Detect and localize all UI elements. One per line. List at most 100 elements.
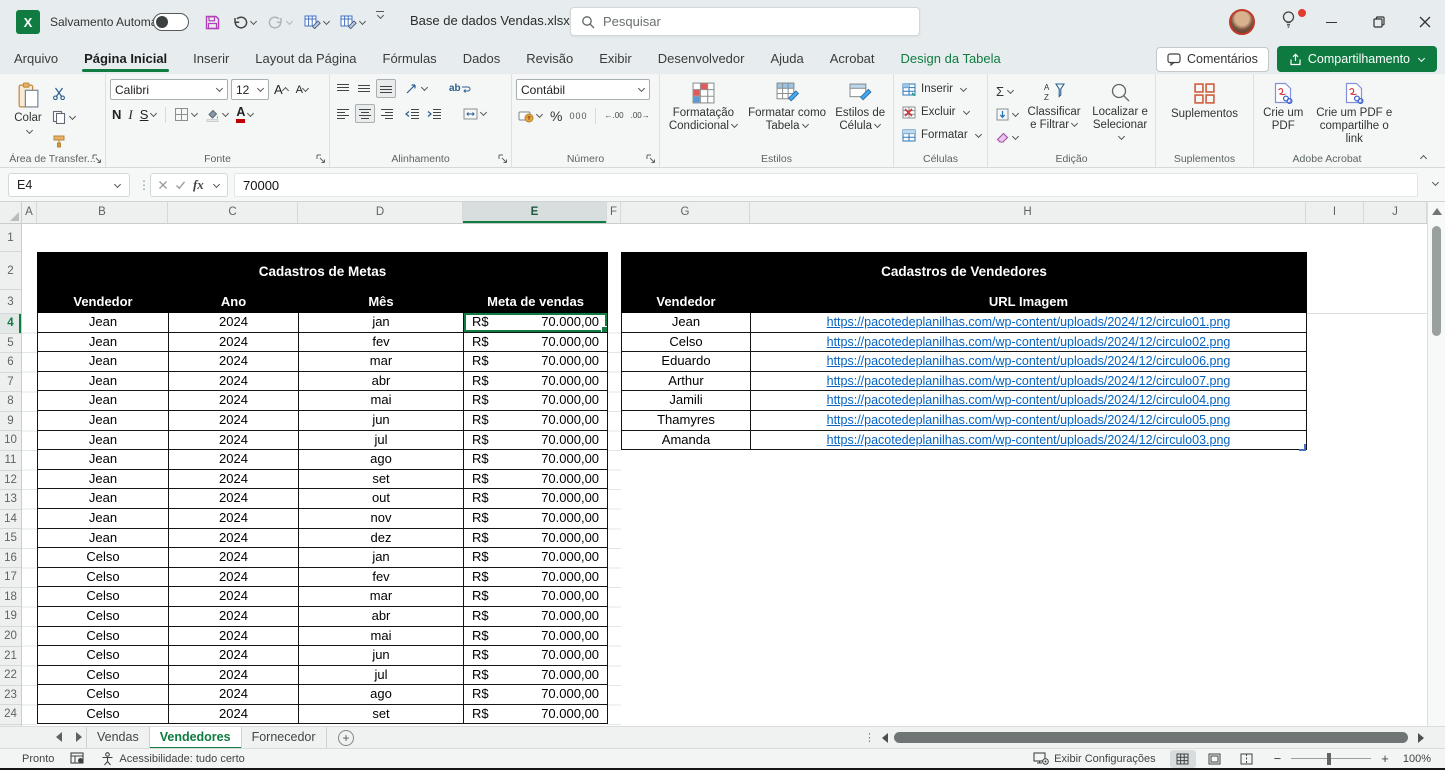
column-header-B[interactable]: B [37,202,168,223]
new-sheet-button[interactable]: + [338,730,354,746]
accessibility-status[interactable]: Acessibilidade: tudo certo [101,752,244,766]
insert-function-button[interactable]: fx [193,177,204,193]
cell-D24[interactable]: set [299,704,464,724]
column-header-E[interactable]: E [463,202,607,223]
cell-B8[interactable]: Jean [38,391,169,411]
row-header-10[interactable]: 10 [0,431,21,451]
column-header-F[interactable]: F [607,202,621,223]
image-url-link[interactable]: https://pacotedeplanilhas.com/wp-content… [827,335,1231,349]
cell-C11[interactable]: 2024 [169,450,299,470]
column-header-A[interactable]: A [22,202,37,223]
ribbon-tab-8[interactable]: Exibir [599,44,632,74]
cut-button[interactable] [52,83,76,103]
row-header-8[interactable]: 8 [0,392,21,412]
font-family-select[interactable]: Calibri [110,79,228,100]
column-header-I[interactable]: I [1306,202,1364,223]
orientation-button[interactable] [403,79,430,98]
page-break-view-button[interactable] [1234,750,1260,768]
paste-button[interactable]: Colar [4,79,52,151]
cell-D20[interactable]: mai [299,626,464,646]
scroll-right-arrow-icon[interactable] [1418,733,1424,743]
search-input[interactable] [603,14,909,29]
format-cells-button[interactable]: Formatar [902,125,983,145]
macro-record-icon[interactable] [70,752,85,765]
ribbon-tab-3[interactable]: Inserir [193,44,229,74]
image-url-link[interactable]: https://pacotedeplanilhas.com/wp-content… [827,315,1231,329]
alignment-dialog-launcher[interactable] [498,154,508,164]
row-header-24[interactable]: 24 [0,705,21,725]
scroll-up-arrow-icon[interactable] [1432,208,1442,215]
ribbon-tab-4[interactable]: Layout da Página [255,44,356,74]
image-url-link[interactable]: https://pacotedeplanilhas.com/wp-content… [827,433,1231,447]
horizontal-scrollbar-thumb[interactable] [894,732,1408,743]
font-size-select[interactable]: 12 [231,79,269,100]
cell-C5[interactable]: 2024 [169,332,299,352]
cell-B4[interactable]: Jean [38,313,169,333]
cell-B19[interactable]: Celso [38,606,169,626]
cell-C22[interactable]: 2024 [169,665,299,685]
cell-C18[interactable]: 2024 [169,587,299,607]
delete-cells-button[interactable]: Excluir [902,102,983,122]
row-header-6[interactable]: 6 [0,353,21,373]
qat-table-tool-button[interactable] [304,11,330,33]
cell-B13[interactable]: Jean [38,489,169,509]
minimize-button[interactable] [1314,0,1348,44]
cell-E18[interactable]: R$70.000,00 [464,587,608,607]
image-url-link[interactable]: https://pacotedeplanilhas.com/wp-content… [827,374,1231,388]
row-header-19[interactable]: 19 [0,607,21,627]
cell-H6[interactable]: https://pacotedeplanilhas.com/wp-content… [751,352,1307,372]
ribbon-tab-7[interactable]: Revisão [526,44,573,74]
cell-E17[interactable]: R$70.000,00 [464,567,608,587]
insert-cells-button[interactable]: Inserir [902,79,983,99]
row-header-4[interactable]: 4 [0,314,21,334]
ribbon-tab-6[interactable]: Dados [463,44,501,74]
collapse-ribbon-button[interactable] [1420,155,1427,162]
normal-view-button[interactable] [1170,750,1196,768]
row-header-9[interactable]: 9 [0,412,21,432]
cell-B7[interactable]: Jean [38,371,169,391]
formula-input-area[interactable] [234,173,1418,197]
merge-center-button[interactable] [461,104,489,123]
cell-G8[interactable]: Jamili [622,391,751,411]
cell-B6[interactable]: Jean [38,352,169,372]
conditional-formatting-button[interactable]: Formatação Condicional [664,79,743,151]
cell-C17[interactable]: 2024 [169,567,299,587]
cell-C12[interactable]: 2024 [169,469,299,489]
accounting-format-button[interactable] [516,106,545,125]
increase-font-button[interactable]: A [272,80,291,99]
row-header-2[interactable]: 2 [0,252,21,290]
row-header-18[interactable]: 18 [0,588,21,608]
cell-B24[interactable]: Celso [38,704,169,724]
row-header-22[interactable]: 22 [0,666,21,686]
row-header-12[interactable]: 12 [0,471,21,491]
ribbon-tab-11[interactable]: Acrobat [830,44,875,74]
ribbon-tab-5[interactable]: Fórmulas [383,44,437,74]
cell-D10[interactable]: jul [299,430,464,450]
cell-B17[interactable]: Celso [38,567,169,587]
autosum-button[interactable]: Σ [996,81,1019,101]
cell-E12[interactable]: R$70.000,00 [464,469,608,489]
cell-H10[interactable]: https://pacotedeplanilhas.com/wp-content… [751,430,1307,450]
ribbon-tab-12[interactable]: Design da Tabela [901,44,1001,74]
cell-C16[interactable]: 2024 [169,548,299,568]
addins-button[interactable]: Suplementos [1160,79,1249,151]
redo-button[interactable] [268,11,293,33]
cell-styles-button[interactable]: Estilos de Célula [831,79,889,151]
cell-H9[interactable]: https://pacotedeplanilhas.com/wp-content… [751,410,1307,430]
scroll-left-arrow-icon[interactable] [882,733,888,743]
cell-G10[interactable]: Amanda [622,430,751,450]
cell-C6[interactable]: 2024 [169,352,299,372]
cell-B5[interactable]: Jean [38,332,169,352]
cell-D12[interactable]: set [299,469,464,489]
cell-C8[interactable]: 2024 [169,391,299,411]
cell-E5[interactable]: R$70.000,00 [464,332,608,352]
cell-C21[interactable]: 2024 [169,646,299,666]
number-dialog-launcher[interactable] [646,154,656,164]
borders-button[interactable] [172,105,200,124]
cell-D15[interactable]: dez [299,528,464,548]
display-settings-button[interactable]: Exibir Configurações [1033,752,1156,765]
zoom-in-button[interactable]: + [1381,753,1389,765]
cell-D18[interactable]: mar [299,587,464,607]
column-header-H[interactable]: H [750,202,1306,223]
format-as-table-button[interactable]: Formatar como Tabela [745,79,830,151]
